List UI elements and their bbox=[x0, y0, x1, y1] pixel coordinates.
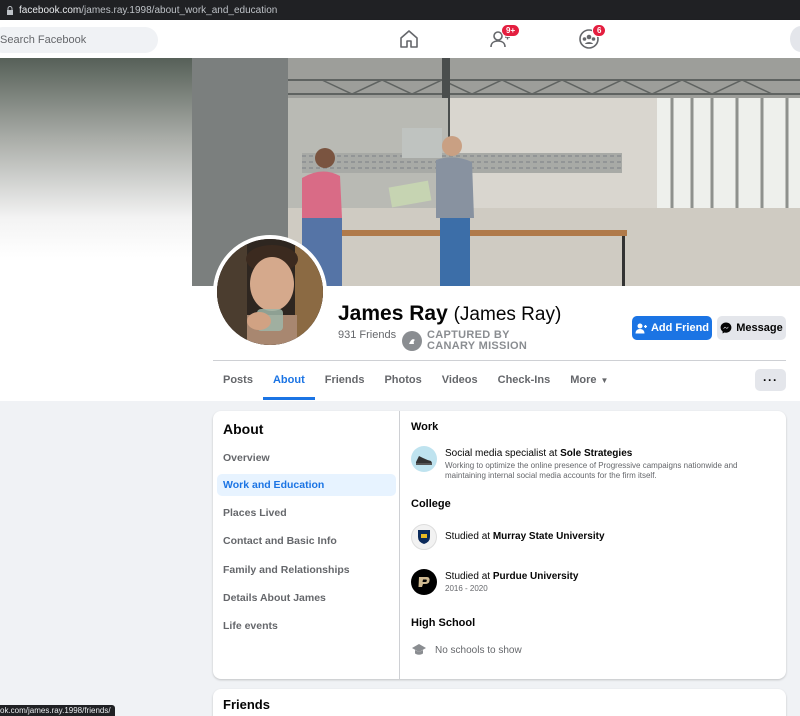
college-entry-purdue: Studied at Purdue University 2016 - 2020 bbox=[411, 569, 775, 595]
friend-requests-badge: 9+ bbox=[501, 24, 521, 37]
murray-state-logo[interactable] bbox=[411, 524, 437, 550]
tab-photos[interactable]: Photos bbox=[374, 361, 431, 399]
work-section-title: Work bbox=[411, 421, 439, 433]
profile-tabs: Posts About Friends Photos Videos Check-… bbox=[213, 361, 618, 401]
college-years-2: 2016 - 2020 bbox=[445, 584, 488, 593]
work-company-link[interactable]: Sole Strategies bbox=[560, 448, 632, 459]
message-label: Message bbox=[736, 322, 783, 334]
ellipsis-icon: ··· bbox=[763, 373, 778, 387]
add-friend-icon bbox=[635, 323, 647, 333]
profile-alt-name: (James Ray) bbox=[453, 304, 562, 325]
college-section-title: College bbox=[411, 498, 451, 510]
college-prefix-1: Studied at bbox=[445, 531, 493, 542]
messenger-icon bbox=[720, 322, 732, 334]
caret-down-icon: ▼ bbox=[600, 375, 609, 385]
add-friend-label: Add Friend bbox=[650, 322, 710, 334]
tab-more-label: More bbox=[570, 374, 597, 386]
friends-nav[interactable]: 9+ bbox=[489, 24, 521, 50]
college-school-link-2[interactable]: Purdue University bbox=[493, 571, 579, 582]
about-sidebar: About Overview Work and Education Places… bbox=[213, 411, 400, 679]
browser-url-bar[interactable]: facebook.com/james.ray.1998/about_work_a… bbox=[0, 0, 800, 20]
graduation-cap-icon bbox=[412, 644, 426, 655]
college-prefix-2: Studied at bbox=[445, 571, 493, 582]
about-item-details[interactable]: Details About James bbox=[217, 587, 396, 609]
cover-fade bbox=[0, 58, 192, 258]
high-school-section-title: High School bbox=[411, 617, 476, 629]
tab-more[interactable]: More ▼ bbox=[560, 361, 618, 399]
sole-strategies-logo[interactable] bbox=[411, 446, 437, 472]
avatar-image bbox=[217, 239, 323, 345]
about-item-family[interactable]: Family and Relationships bbox=[217, 559, 396, 581]
crest-icon bbox=[418, 530, 430, 544]
no-schools-text: No schools to show bbox=[435, 644, 522, 656]
stamp-line-2: CANARY MISSION bbox=[427, 340, 528, 352]
account-menu-button[interactable] bbox=[790, 26, 800, 52]
work-prefix: Social media specialist at bbox=[445, 448, 561, 459]
about-title: About bbox=[223, 421, 264, 437]
search-input[interactable]: Search Facebook bbox=[0, 27, 158, 53]
purdue-logo[interactable] bbox=[411, 569, 437, 595]
college-entry-murray: Studied at Murray State University bbox=[411, 524, 605, 550]
tab-videos[interactable]: Videos bbox=[432, 361, 488, 399]
work-headline: Social media specialist at Sole Strategi… bbox=[445, 448, 775, 459]
friends-card: Friends bbox=[213, 689, 786, 716]
profile-name-text: James Ray bbox=[338, 302, 448, 325]
about-card: About Overview Work and Education Places… bbox=[213, 411, 786, 679]
add-friend-button[interactable]: Add Friend bbox=[632, 316, 712, 340]
tab-about[interactable]: About bbox=[262, 361, 315, 400]
friends-count-link[interactable]: 931 Friends bbox=[338, 329, 396, 341]
college-school-link-1[interactable]: Murray State University bbox=[493, 531, 605, 542]
shoe-icon bbox=[416, 456, 432, 465]
about-item-overview[interactable]: Overview bbox=[217, 447, 396, 469]
about-item-life-events[interactable]: Life events bbox=[217, 615, 396, 637]
top-navigation: Search Facebook 9+ 6 bbox=[0, 20, 800, 58]
browser-status-bar: ok.com/james.ray.1998/friends/ bbox=[0, 705, 115, 716]
canary-seal-icon bbox=[402, 331, 422, 351]
about-item-places-lived[interactable]: Places Lived bbox=[217, 502, 396, 524]
no-schools-row: No schools to show bbox=[411, 643, 522, 657]
work-description: Working to optimize the online presence … bbox=[445, 461, 738, 480]
friends-section-title[interactable]: Friends bbox=[223, 697, 270, 712]
profile-name: James Ray (James Ray) bbox=[338, 302, 561, 326]
home-icon[interactable] bbox=[398, 28, 420, 50]
about-item-contact-info[interactable]: Contact and Basic Info bbox=[217, 530, 396, 552]
url-host: facebook.com bbox=[19, 4, 82, 16]
groups-badge: 6 bbox=[592, 24, 607, 37]
groups-nav[interactable]: 6 bbox=[578, 24, 607, 50]
more-options-button[interactable]: ··· bbox=[755, 369, 786, 391]
about-item-work-education[interactable]: Work and Education bbox=[217, 474, 396, 496]
tab-check-ins[interactable]: Check-Ins bbox=[488, 361, 561, 399]
college-headline-2: Studied at Purdue University bbox=[445, 571, 775, 582]
profile-avatar[interactable] bbox=[213, 235, 327, 349]
message-button[interactable]: Message bbox=[717, 316, 786, 340]
work-entry: Social media specialist at Sole Strategi… bbox=[411, 446, 775, 481]
tab-friends[interactable]: Friends bbox=[315, 361, 375, 399]
college-headline-1: Studied at Murray State University bbox=[445, 531, 605, 542]
captured-stamp: CAPTURED BY CANARY MISSION bbox=[402, 330, 527, 352]
url-path: /james.ray.1998/about_work_and_education bbox=[81, 4, 278, 16]
tab-posts[interactable]: Posts bbox=[213, 361, 263, 399]
purdue-p-icon bbox=[418, 577, 430, 587]
lock-icon bbox=[7, 5, 13, 15]
